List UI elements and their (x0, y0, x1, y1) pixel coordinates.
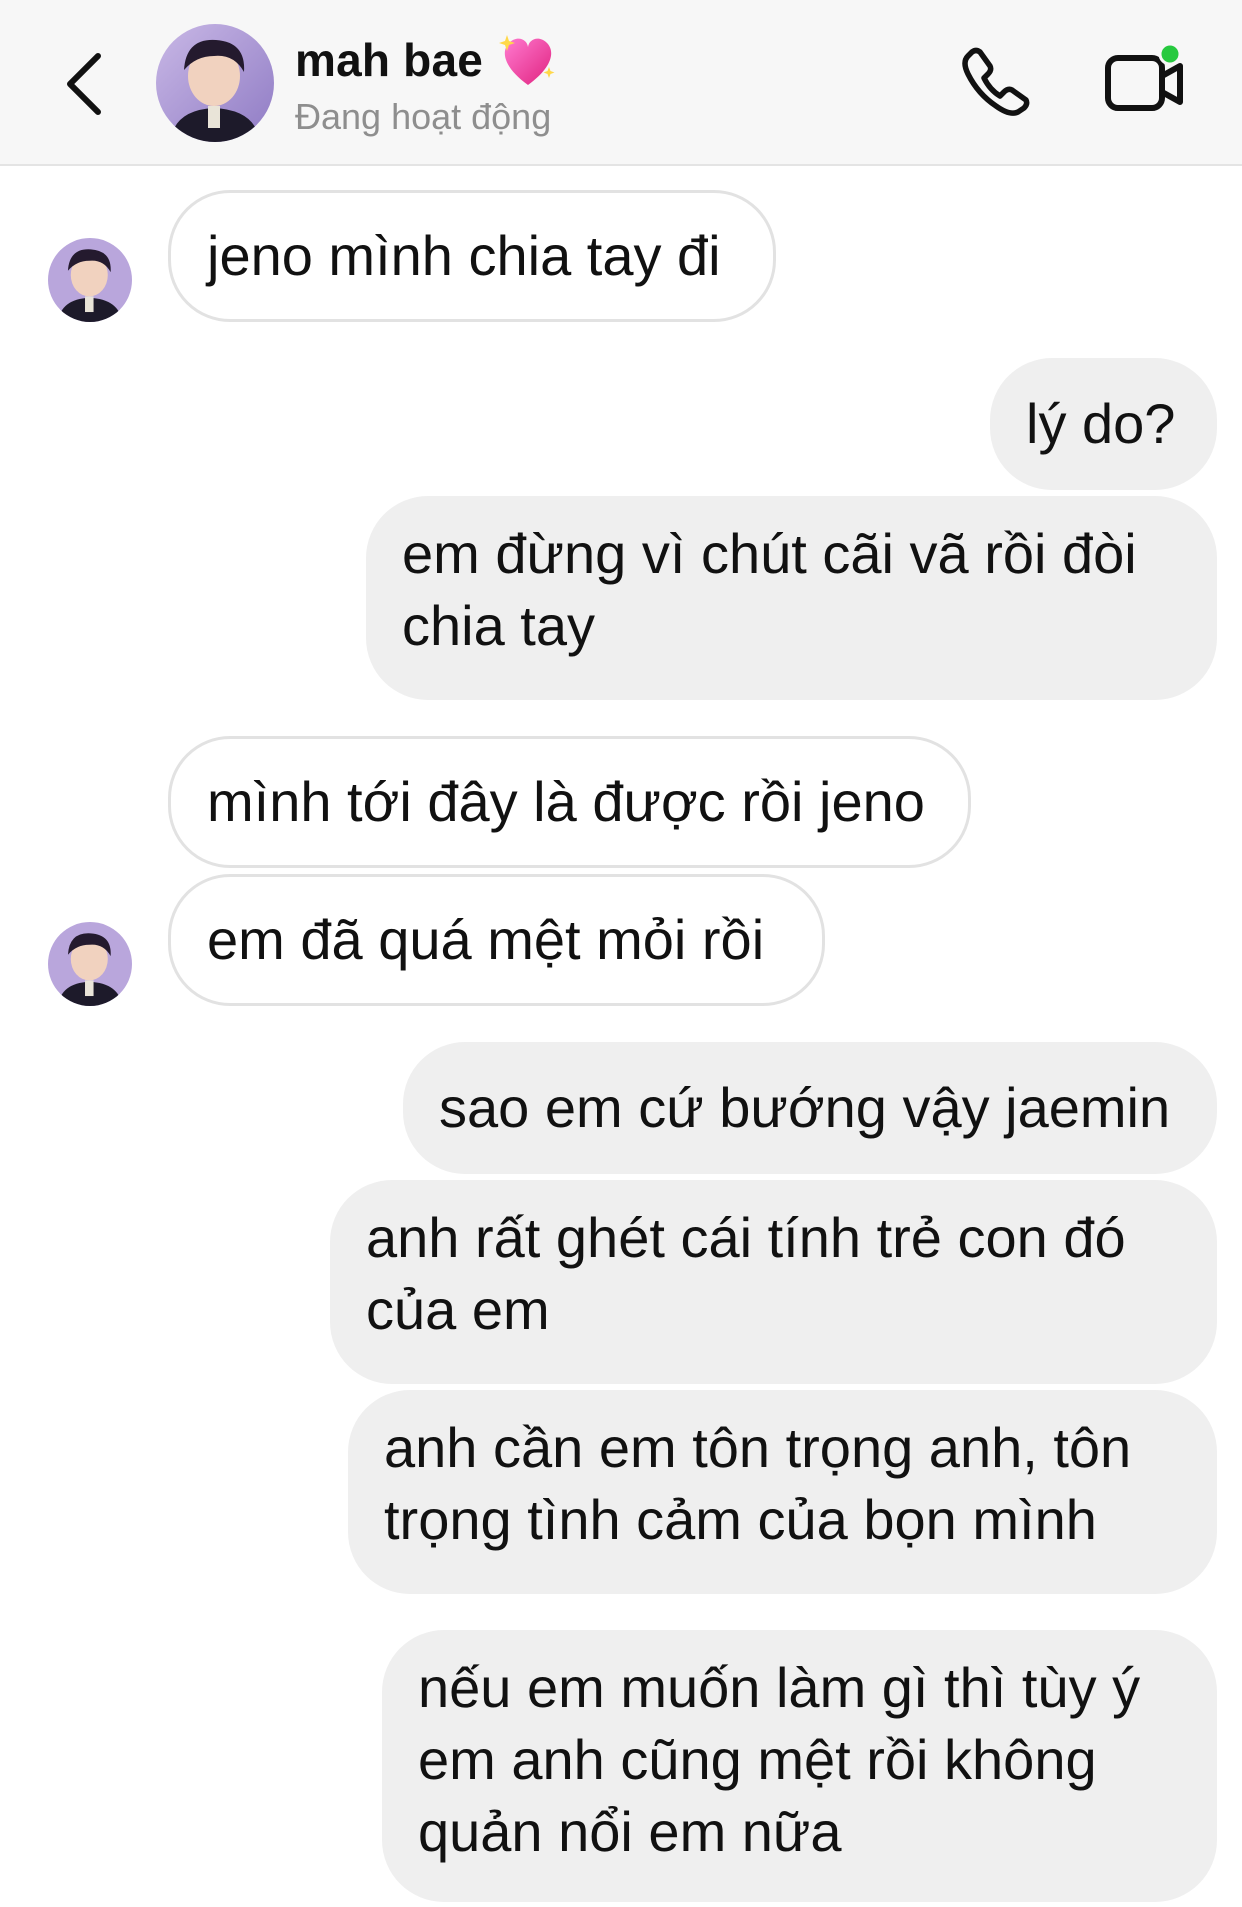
video-call-button[interactable] (1104, 42, 1188, 120)
incoming-message[interactable]: jeno mình chia tay đi (168, 190, 776, 322)
contact-avatar[interactable] (156, 24, 274, 142)
incoming-message[interactable]: em đã quá mệt mỏi rồi (168, 874, 825, 1006)
sender-avatar[interactable] (48, 238, 132, 322)
back-button[interactable] (58, 48, 110, 120)
active-dot (1158, 42, 1182, 66)
video-camera-icon (1105, 42, 1183, 111)
voice-call-button[interactable] (960, 46, 1032, 118)
outgoing-message[interactable]: lý do? (990, 358, 1217, 490)
outgoing-message[interactable]: sao em cứ bướng vậy jaemin (403, 1042, 1217, 1174)
contact-name: mah bae (295, 34, 484, 86)
incoming-message[interactable]: mình tới đây là được rồi jeno (168, 736, 971, 868)
active-status: Đang hoạt động (295, 96, 552, 137)
avatar-photo (156, 24, 274, 142)
contact-name-row[interactable]: mah bae (295, 30, 559, 90)
phone-icon (962, 47, 1030, 116)
chat-header: mah bae Đang hoạt động (0, 0, 1242, 166)
sparkling-heart-icon (497, 29, 559, 91)
sender-avatar[interactable] (48, 922, 132, 1006)
chevron-left-icon (67, 53, 101, 115)
outgoing-message[interactable]: em đừng vì chút cãi vã rồi đòi chia tay (366, 496, 1217, 700)
outgoing-message[interactable]: anh cần em tôn trọng anh, tôn trọng tình… (348, 1390, 1217, 1594)
outgoing-message[interactable]: anh rất ghét cái tính trẻ con đó của em (330, 1180, 1217, 1384)
outgoing-message[interactable]: nếu em muốn làm gì thì tùy ý em anh cũng… (382, 1630, 1217, 1902)
